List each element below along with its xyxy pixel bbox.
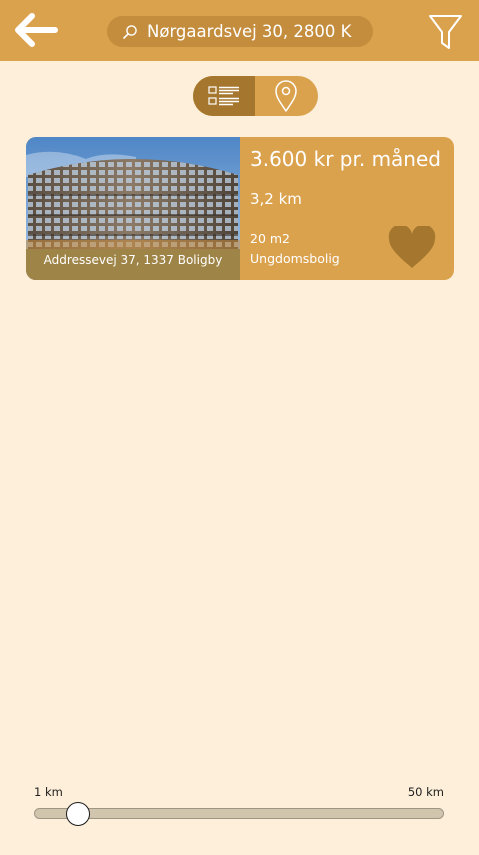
list-icon (208, 86, 239, 106)
listing-size: 20 m2 (250, 231, 291, 246)
arrow-left-icon (15, 13, 58, 47)
heart-icon (388, 224, 436, 268)
listing-card[interactable]: Addressevej 37, 1337 Boligby 3.600 kr pr… (26, 137, 454, 280)
search-input[interactable] (147, 16, 369, 47)
distance-slider-thumb[interactable] (65, 802, 90, 826)
listing-distance: 3,2 km (250, 190, 302, 208)
back-button[interactable] (12, 10, 62, 50)
slider-max-label: 50 km (407, 785, 444, 799)
listing-type: Ungdomsbolig (250, 251, 340, 266)
listing-photo: Addressevej 37, 1337 Boligby (26, 137, 240, 280)
listing-address: Addressevej 37, 1337 Boligby (26, 240, 240, 280)
search-icon (123, 25, 137, 39)
search-bar[interactable] (107, 16, 373, 47)
map-view-button[interactable] (255, 76, 318, 116)
slider-min-label: 1 km (34, 785, 63, 799)
list-view-button[interactable] (193, 76, 255, 116)
listing-price: 3.600 kr pr. måned (250, 147, 441, 171)
favorite-button[interactable] (388, 224, 436, 270)
map-pin-icon (275, 80, 297, 112)
view-toggle (193, 76, 318, 116)
top-bar (0, 0, 479, 61)
filter-button[interactable] (428, 13, 463, 51)
filter-funnel-icon (429, 15, 462, 49)
distance-slider-track[interactable] (34, 808, 444, 819)
